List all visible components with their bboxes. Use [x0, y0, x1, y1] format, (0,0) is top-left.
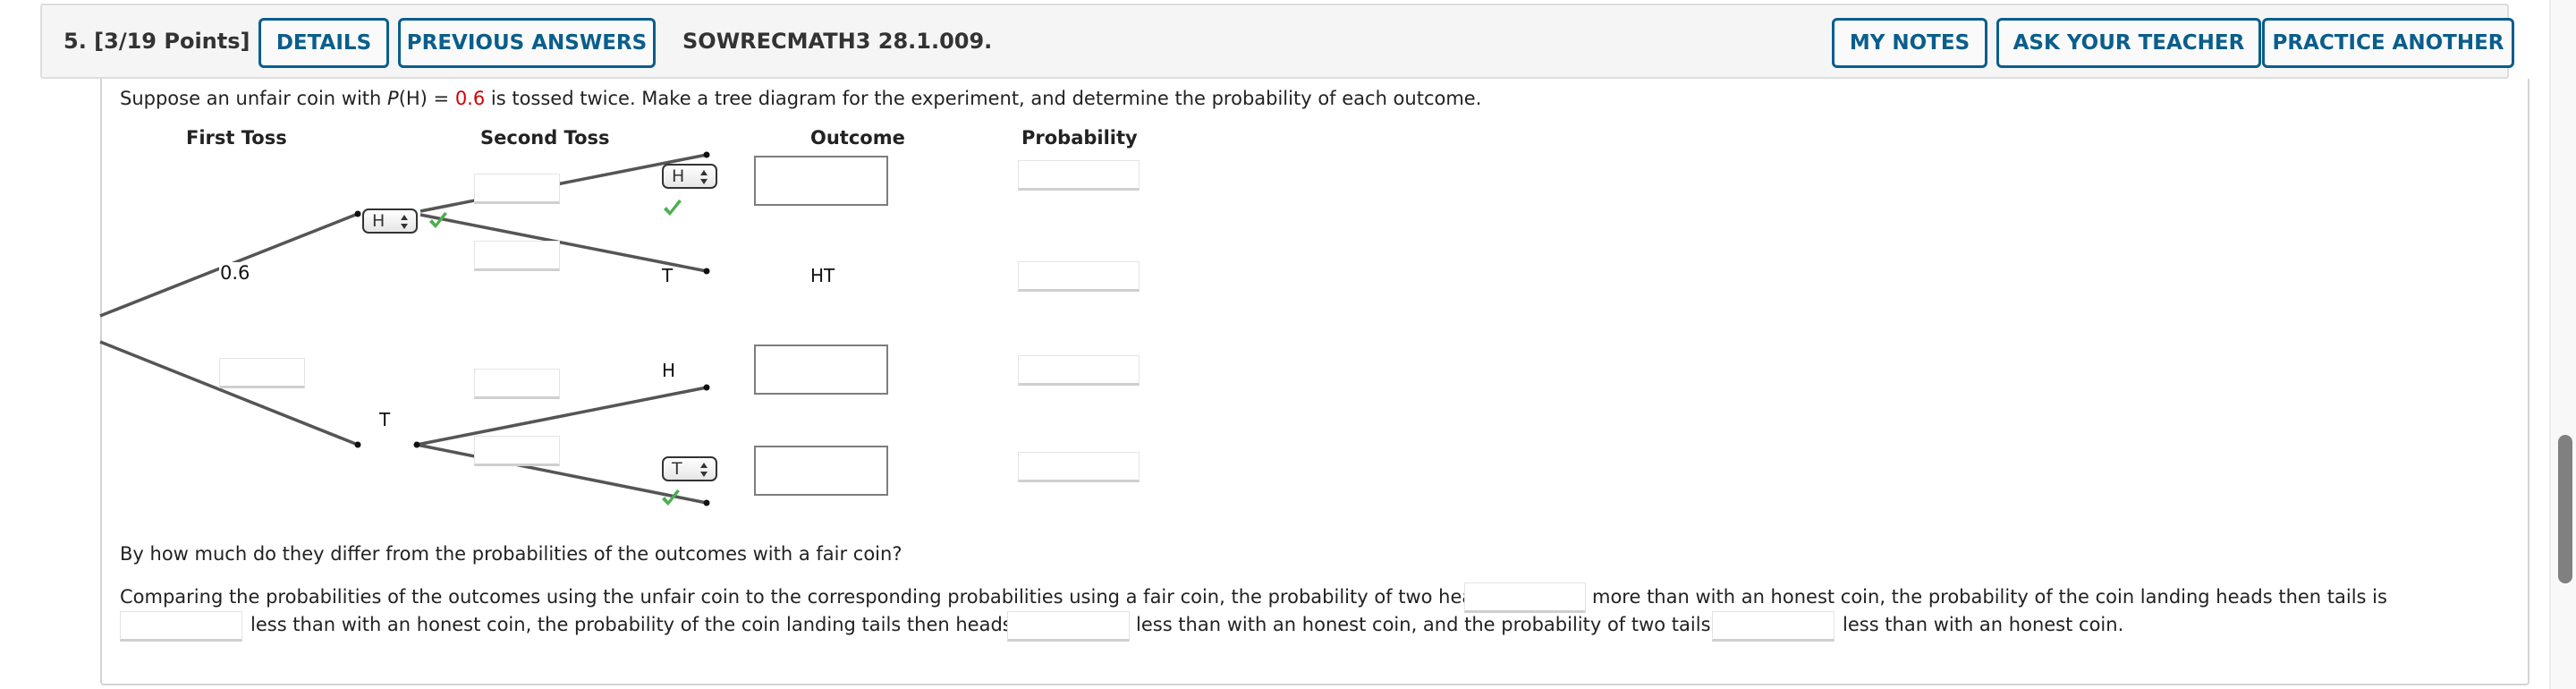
node-th — [703, 384, 710, 391]
branch-ht — [419, 213, 708, 273]
hh-branch-probability-input[interactable] — [474, 174, 560, 204]
probability-tt-input[interactable] — [1018, 452, 1140, 482]
page-scrollbar[interactable] — [2549, 0, 2576, 689]
outcome-ht-label: HT — [810, 265, 835, 286]
two-heads-difference-input[interactable] — [1464, 583, 1586, 613]
node-ht — [703, 268, 710, 275]
outcome-th-input[interactable] — [754, 344, 888, 395]
second-toss-th-label: H — [662, 360, 676, 381]
correct-check-icon — [664, 200, 682, 216]
probability-ht-input[interactable] — [1018, 261, 1140, 292]
tails-heads-difference-input[interactable] — [1007, 611, 1130, 642]
followup-part3: less than with an honest coin, the proba… — [250, 614, 1034, 635]
node-tt — [703, 499, 710, 506]
node-first-t-end — [354, 441, 361, 448]
outcome-tt-input[interactable] — [754, 446, 888, 496]
first-toss-h-select[interactable]: H — [362, 208, 418, 234]
followup-part5: less than with an honest coin. — [1843, 614, 2124, 635]
two-tails-difference-input[interactable] — [1712, 611, 1835, 642]
second-toss-ht-label: T — [662, 265, 674, 286]
first-t-probability-input[interactable] — [219, 358, 305, 388]
followup-part4: less than with an honest coin, and the p… — [1136, 614, 1732, 635]
branch-th — [416, 386, 708, 447]
tt-branch-probability-input[interactable] — [474, 436, 560, 466]
first-toss-t-label: T — [379, 409, 391, 430]
scrollbar-thumb[interactable] — [2558, 435, 2572, 583]
updown-arrows-icon — [700, 463, 708, 477]
followup-part1: Comparing the probabilities of the outco… — [120, 586, 1516, 608]
th-branch-probability-input[interactable] — [474, 369, 560, 399]
followup-question: By how much do they differ from the prob… — [120, 543, 902, 565]
probability-th-input[interactable] — [1018, 355, 1140, 386]
correct-check-icon — [429, 212, 447, 228]
heads-tails-difference-input[interactable] — [120, 611, 242, 642]
updown-arrows-icon — [401, 215, 408, 229]
node-first-h — [354, 210, 361, 217]
second-toss-hh-select[interactable]: H — [662, 164, 717, 189]
updown-arrows-icon — [700, 170, 708, 184]
ht-branch-probability-input[interactable] — [474, 241, 560, 271]
probability-hh-input[interactable] — [1018, 160, 1140, 191]
select-value: H — [672, 166, 685, 186]
select-value: T — [672, 459, 682, 479]
second-toss-tt-select[interactable]: T — [662, 456, 717, 481]
node-hh — [703, 151, 710, 158]
followup-part2: more than with an honest coin, the proba… — [1592, 586, 2387, 608]
node-first-t-start — [413, 441, 420, 448]
outcome-hh-input[interactable] — [754, 156, 888, 206]
correct-check-icon — [662, 489, 680, 506]
select-value: H — [372, 211, 386, 231]
first-h-probability: 0.6 — [219, 262, 251, 284]
